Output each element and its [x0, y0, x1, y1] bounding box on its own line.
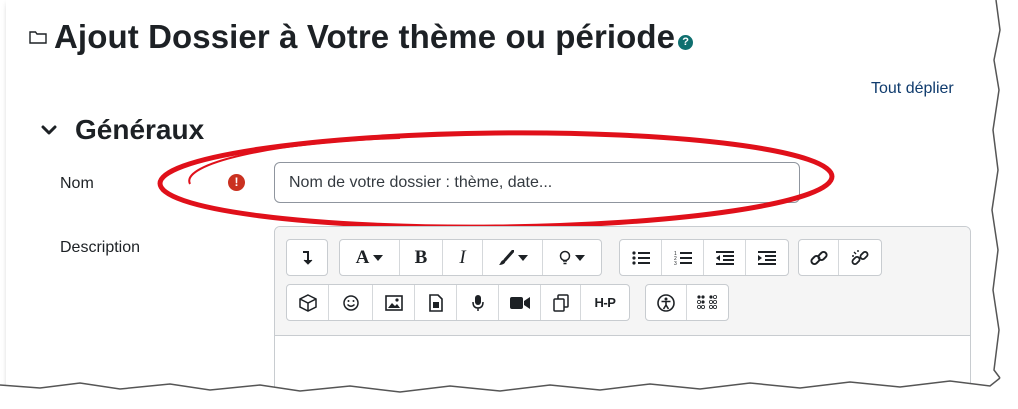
- image-button[interactable]: [373, 285, 415, 320]
- page-title: Ajout Dossier à Votre thème ou période: [54, 18, 676, 55]
- link-icon: [809, 250, 828, 265]
- lightbulb-button[interactable]: [543, 240, 601, 275]
- record-audio-button[interactable]: [457, 285, 499, 320]
- toolbar-group-insert: H-P: [286, 284, 630, 321]
- toolbar-group-collapse: [286, 239, 328, 276]
- unordered-list-icon: [631, 250, 650, 265]
- toolbar-group-accessibility: [645, 284, 729, 321]
- file-media-icon: [428, 293, 443, 312]
- cube-icon: [298, 293, 317, 312]
- caret-down-icon: [575, 254, 585, 261]
- font-color-icon: A: [355, 246, 370, 268]
- bold-icon: B: [414, 246, 428, 268]
- microphone-icon: [471, 294, 484, 311]
- unordered-list-button[interactable]: [620, 240, 662, 275]
- toolbar-group-style: A B I: [339, 239, 602, 276]
- name-input[interactable]: [274, 162, 800, 203]
- svg-text:3: 3: [674, 261, 677, 266]
- record-video-button[interactable]: [499, 285, 541, 320]
- braille-icon: [696, 294, 717, 309]
- toolbar-group-links: [798, 239, 882, 276]
- outdent-button[interactable]: [704, 240, 746, 275]
- screen-reader-helper-button[interactable]: [687, 285, 728, 320]
- media-document-button[interactable]: [415, 285, 457, 320]
- accessibility-checker-button[interactable]: [646, 285, 687, 320]
- indent-button[interactable]: [746, 240, 788, 275]
- copy-button[interactable]: [541, 285, 581, 320]
- accessibility-icon: [657, 293, 675, 312]
- ordered-list-icon: 1 2 3: [674, 251, 692, 266]
- indent-icon: [758, 250, 776, 265]
- italic-button[interactable]: I: [443, 240, 483, 275]
- caret-down-icon: [373, 254, 384, 261]
- h5p-button[interactable]: H-P: [581, 285, 629, 320]
- editor-toolbar: A B I 1 2 3 H-P: [275, 227, 970, 336]
- bold-button[interactable]: B: [400, 240, 443, 275]
- collapse-toolbar-button[interactable]: [287, 240, 327, 275]
- chevron-down-icon: [41, 125, 57, 135]
- emoji-button[interactable]: [329, 285, 373, 320]
- toolbar-group-lists: 1 2 3: [619, 239, 789, 276]
- description-label: Description: [60, 239, 141, 256]
- page-header: Ajout Dossier à Votre thème ou période ?: [28, 18, 694, 56]
- ordered-list-button[interactable]: 1 2 3: [662, 240, 704, 275]
- font-color-button[interactable]: A: [340, 240, 400, 275]
- video-camera-icon: [509, 296, 530, 309]
- h5p-icon: H-P: [594, 295, 616, 310]
- name-label: Nom: [60, 175, 94, 192]
- expand-all-link[interactable]: Tout déplier: [871, 80, 954, 98]
- help-icon[interactable]: ?: [678, 34, 694, 50]
- caret-down-icon: [517, 254, 528, 261]
- link-button[interactable]: [799, 240, 839, 275]
- section-header-generaux[interactable]: Généraux: [38, 114, 204, 146]
- paint-brush-icon: [498, 249, 514, 265]
- arrow-turn-down-icon: [303, 250, 313, 265]
- outdent-icon: [715, 250, 734, 265]
- copy-icon: [552, 293, 569, 312]
- smiley-icon: [342, 294, 359, 311]
- folder-icon: [29, 31, 47, 44]
- editor-content-area[interactable]: [275, 336, 970, 407]
- block-content-button[interactable]: [287, 285, 329, 320]
- unlink-button[interactable]: [839, 240, 881, 275]
- lightbulb-icon: [559, 250, 571, 264]
- unlink-icon: [851, 249, 869, 265]
- description-editor[interactable]: A B I 1 2 3 H-P: [274, 226, 971, 408]
- required-icon: !: [228, 174, 245, 191]
- paint-brush-button[interactable]: [483, 240, 543, 275]
- image-icon: [384, 294, 403, 311]
- section-title: Généraux: [75, 114, 205, 145]
- italic-icon: I: [459, 246, 466, 268]
